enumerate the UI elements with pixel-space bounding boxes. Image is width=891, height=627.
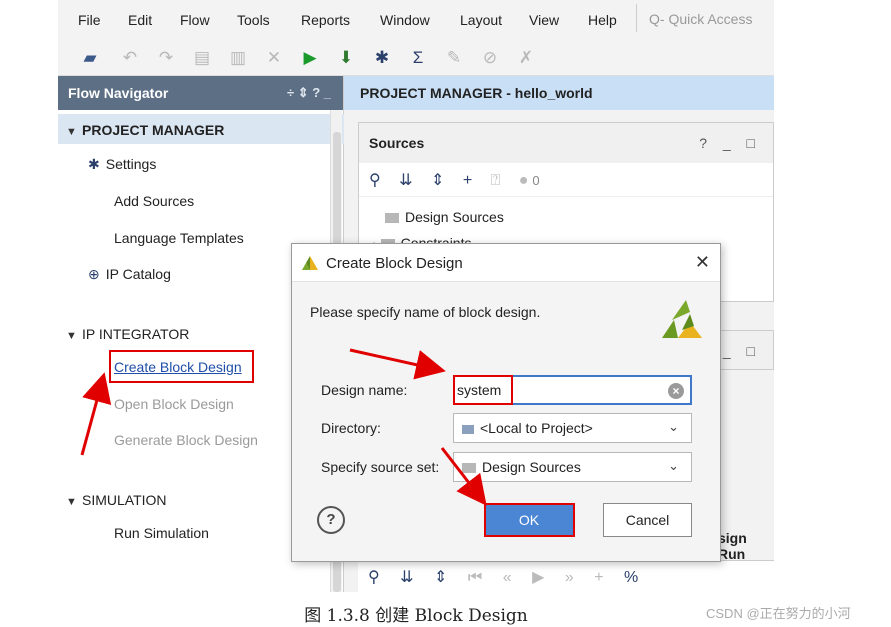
previous-icon[interactable]: « [503, 569, 512, 586]
tool-icon-b[interactable]: ⊘ [480, 48, 500, 68]
local-folder-icon [462, 424, 474, 434]
sources-toolbar: ⚲ ⇊ ⇕ + ⍰ ● 0 [359, 163, 773, 197]
chevron-down-icon: ▼ [66, 330, 77, 342]
ip-integrator-heading[interactable]: ▼ IP INTEGRATOR [66, 326, 189, 342]
undo-icon[interactable]: ↶ [120, 48, 140, 68]
dialog-prompt: Please specify name of block design. [310, 304, 541, 320]
nav-settings[interactable]: ✱ Settings [88, 156, 156, 173]
menu-tools[interactable]: Tools [237, 12, 270, 28]
copy-icon[interactable]: ▤ [192, 48, 212, 68]
open-project-icon[interactable]: ▰ [80, 48, 100, 68]
ip-catalog-icon: ⊕ [88, 266, 100, 282]
expand-all-icon[interactable]: ⇕ [434, 569, 447, 586]
nav-run-simulation[interactable]: Run Simulation [114, 525, 209, 541]
menu-layout[interactable]: Layout [460, 12, 502, 28]
clear-icon[interactable]: × [668, 383, 684, 399]
tool-icon-a[interactable]: ✎ [444, 48, 464, 68]
add-icon[interactable]: + [594, 569, 603, 586]
gear-icon: ✱ [88, 156, 100, 172]
dialog-title: Create Block Design [326, 255, 463, 272]
source-set-select[interactable]: Design Sources ⌄ [453, 452, 692, 482]
chevron-down-icon: ▼ [66, 126, 77, 138]
collapse-all-icon[interactable]: ⇊ [399, 172, 412, 189]
help-button[interactable]: ? [317, 506, 345, 534]
header-controls-icon[interactable]: ÷ ⇕ ? _ [287, 85, 331, 101]
delete-icon[interactable]: ✕ [264, 48, 284, 68]
highlight-box-ok [484, 503, 575, 537]
flow-navigator-header: Flow Navigator ÷ ⇕ ? _ [58, 76, 343, 110]
settings-icon[interactable]: ✱ [372, 48, 392, 68]
chevron-down-icon[interactable]: ⌄ [668, 458, 679, 474]
nav-language-templates[interactable]: Language Templates [114, 230, 244, 246]
project-manager-heading[interactable]: ▼ PROJECT MANAGER [66, 122, 224, 138]
menu-window[interactable]: Window [380, 12, 430, 28]
project-manager-title-bar: PROJECT MANAGER - hello_world [344, 76, 774, 110]
menu-file[interactable]: File [78, 12, 101, 28]
design-name-input[interactable]: system × [453, 375, 692, 405]
quick-access-input[interactable]: Q- Quick Access [636, 4, 774, 32]
close-icon[interactable]: ✕ [695, 252, 710, 273]
search-icon[interactable]: ⚲ [369, 172, 381, 189]
chevron-down-icon: ▼ [66, 496, 77, 508]
directory-select[interactable]: <Local to Project> ⌄ [453, 413, 692, 443]
menu-flow[interactable]: Flow [180, 12, 210, 28]
nav-generate-block-design[interactable]: Generate Block Design [114, 432, 258, 448]
tree-row-design-sources[interactable]: Design Sources [385, 209, 504, 225]
play-icon[interactable]: ▶ [532, 569, 544, 586]
flow-navigator-title: Flow Navigator [68, 85, 169, 101]
folder-icon [385, 213, 399, 224]
search-icon[interactable]: ⚲ [368, 569, 380, 586]
expand-all-icon[interactable]: ⇕ [431, 172, 444, 189]
count-badge: 0 [532, 173, 540, 188]
next-icon[interactable]: » [565, 569, 574, 586]
menu-reports[interactable]: Reports [301, 12, 350, 28]
vivado-logo-icon [302, 256, 318, 270]
design-runs-toolbar: ⚲ ⇊ ⇕ ⏮ « ▶ » + % [358, 560, 774, 592]
menu-edit[interactable]: Edit [128, 12, 152, 28]
status-dot-icon: ● [518, 172, 529, 189]
redo-icon[interactable]: ↷ [156, 48, 176, 68]
collapse-all-icon[interactable]: ⇊ [400, 569, 413, 586]
nav-add-sources[interactable]: Add Sources [114, 193, 194, 209]
sources-title: Sources [369, 135, 425, 151]
design-runs-tab-label[interactable]: sign Run [718, 530, 774, 562]
panel-window-controls[interactable]: _ □ [723, 343, 761, 359]
nav-ip-catalog[interactable]: ⊕ IP Catalog [88, 266, 171, 283]
directory-label: Directory: [321, 420, 381, 436]
menu-help[interactable]: Help [588, 12, 617, 28]
info-icon[interactable]: ⍰ [491, 172, 501, 189]
watermark: CSDN @正在努力的小河 [706, 606, 851, 621]
add-icon[interactable]: + [463, 172, 472, 189]
first-icon[interactable]: ⏮ [468, 569, 482, 586]
cancel-button[interactable]: Cancel [603, 503, 692, 537]
dialog-title-bar: Create Block Design ✕ [292, 244, 720, 282]
nav-open-block-design[interactable]: Open Block Design [114, 396, 234, 412]
program-device-icon[interactable]: ⬇ [336, 48, 356, 68]
main-toolbar: ▰ ↶ ↷ ▤ ▥ ✕ ▶ ⬇ ✱ Σ ✎ ⊘ ✗ [58, 40, 774, 76]
design-name-value[interactable]: system [453, 375, 513, 405]
menubar: File Edit Flow Tools Reports Window Layo… [58, 0, 774, 40]
highlight-box-create-block-design [109, 350, 254, 383]
paste-icon[interactable]: ▥ [228, 48, 248, 68]
menu-view[interactable]: View [529, 12, 559, 28]
panel-window-controls[interactable]: ? _ □ [699, 135, 761, 151]
tool-icon-c[interactable]: ✗ [516, 48, 536, 68]
chevron-down-icon[interactable]: ⌄ [668, 419, 679, 435]
design-name-label: Design name: [321, 382, 408, 398]
percent-icon[interactable]: % [624, 569, 638, 586]
source-set-label: Specify source set: [321, 459, 440, 475]
vivado-logo-icon [662, 300, 702, 338]
sum-icon[interactable]: Σ [408, 48, 428, 68]
run-icon[interactable]: ▶ [300, 48, 320, 68]
folder-icon [462, 463, 476, 474]
sources-header: Sources ? _ □ [359, 123, 773, 163]
simulation-heading[interactable]: ▼ SIMULATION [66, 492, 167, 508]
